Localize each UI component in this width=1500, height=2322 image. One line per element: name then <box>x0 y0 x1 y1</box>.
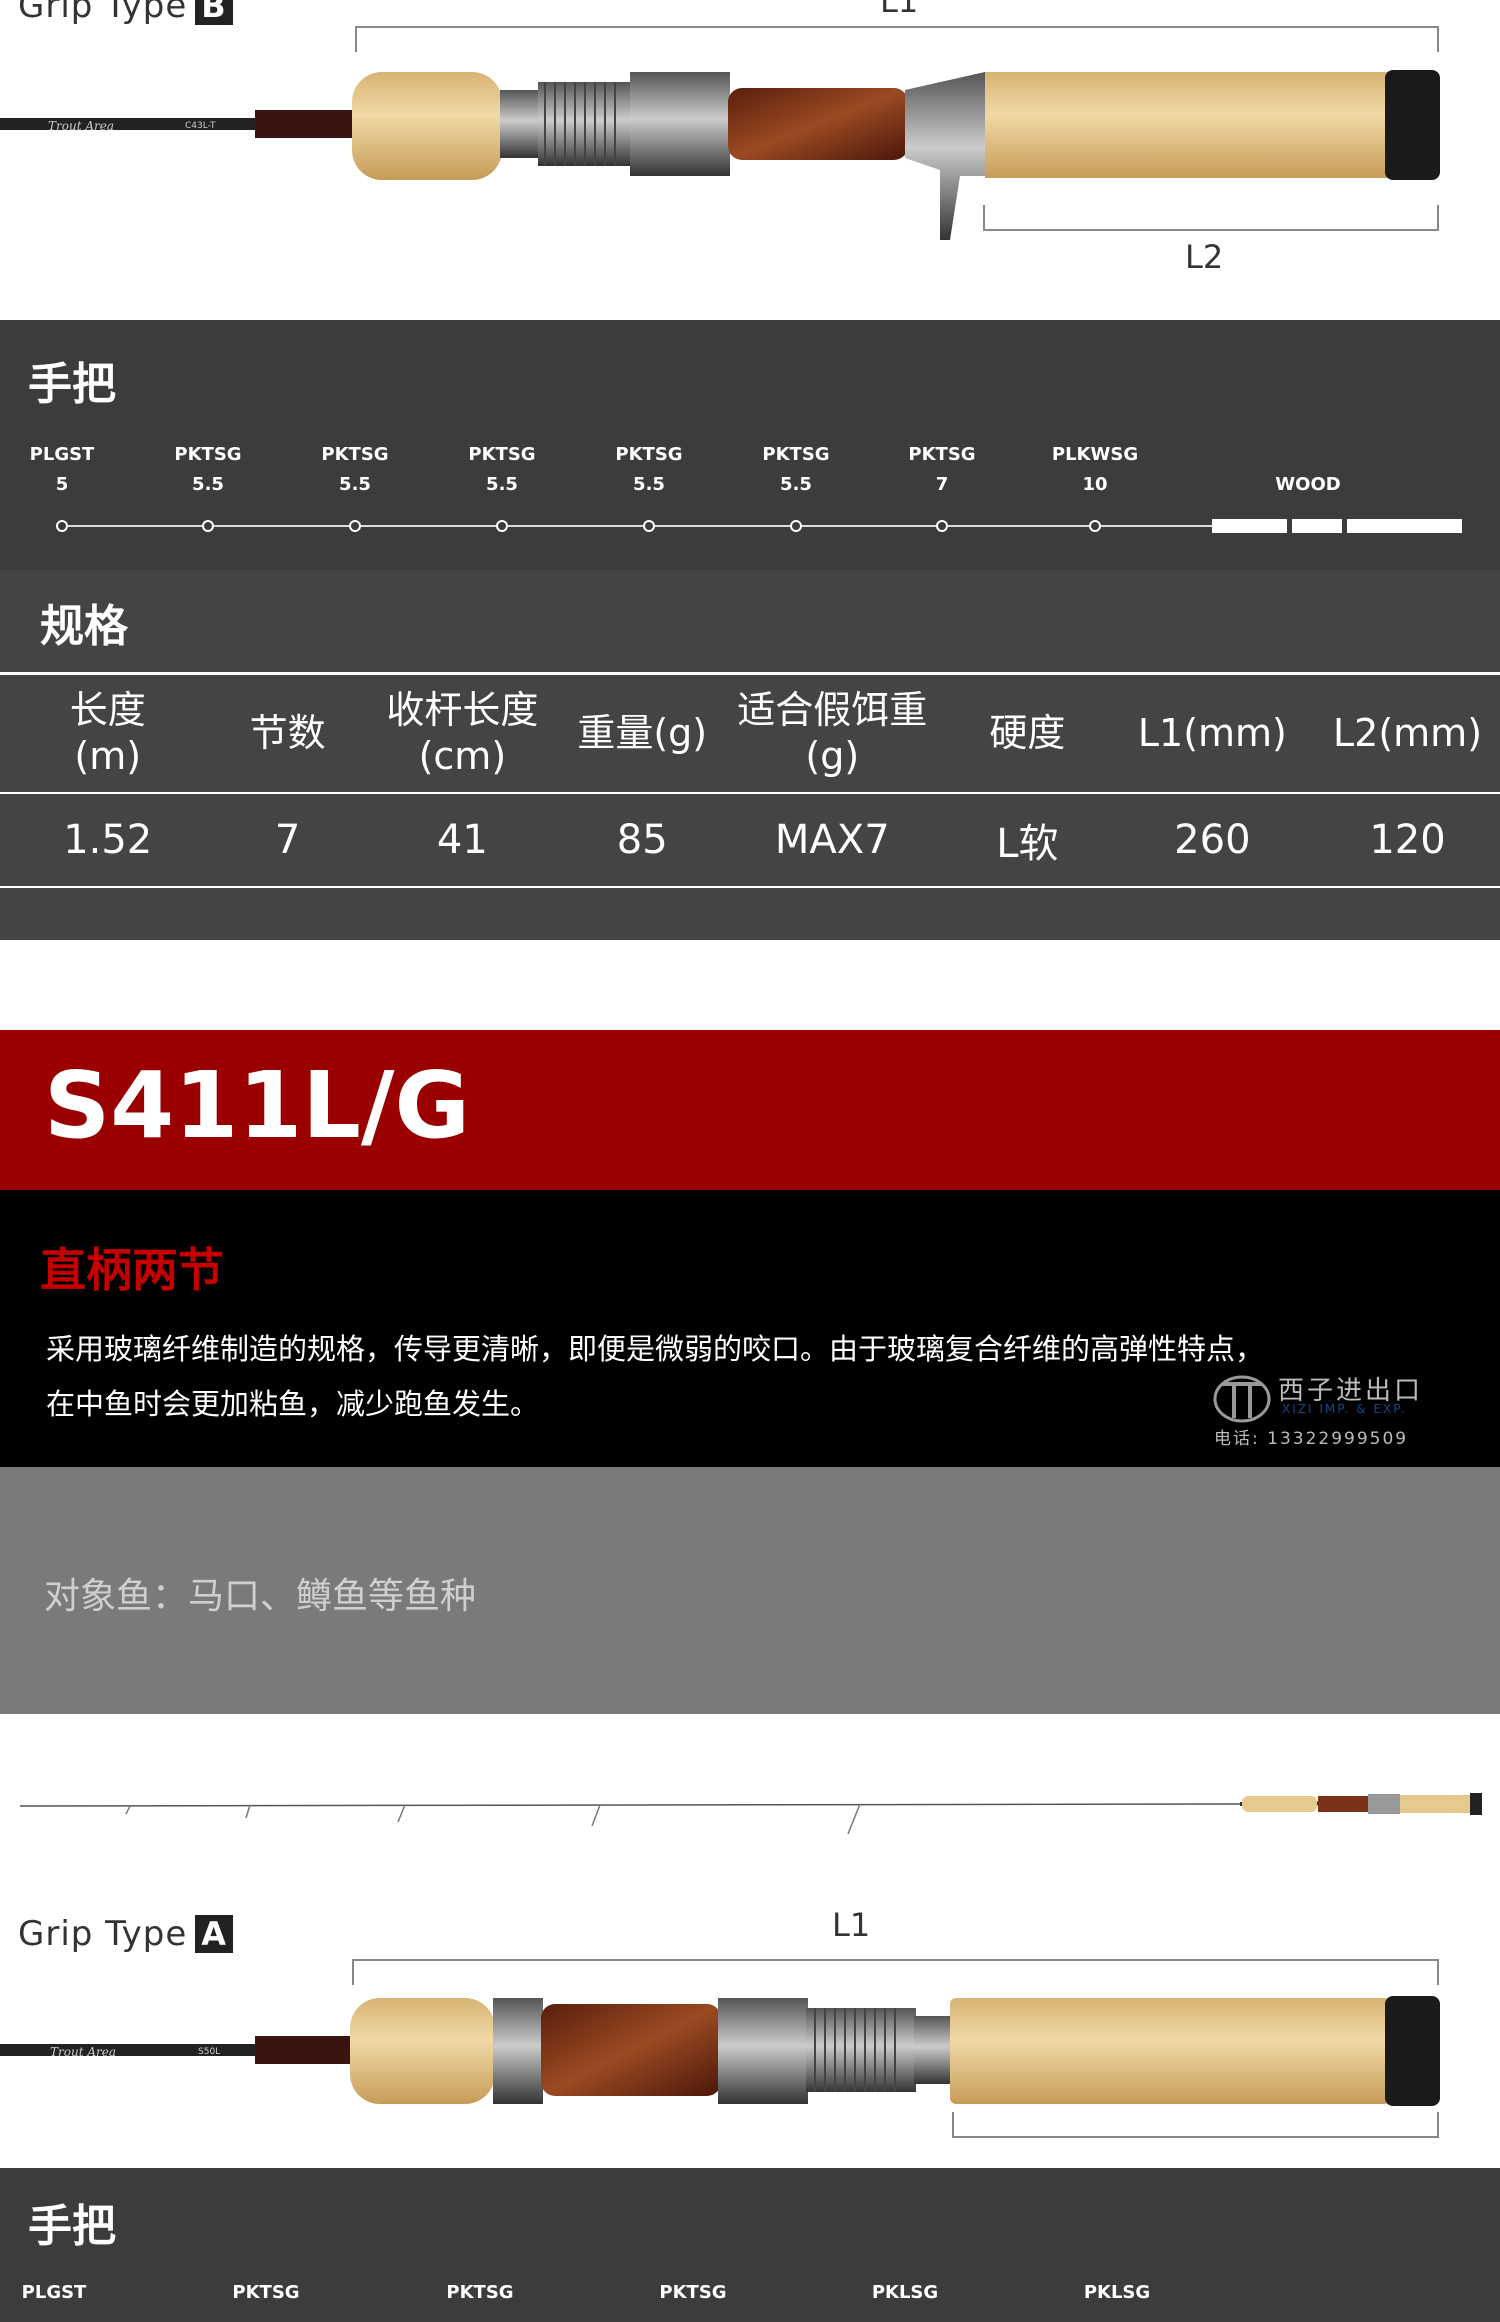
grip-type-label: Grip Type B <box>18 0 233 26</box>
cell-sections: 7 <box>215 793 360 888</box>
grip-style-subtitle: 直柄两节 <box>40 1243 224 1297</box>
cell-l1: 260 <box>1109 793 1315 888</box>
grip-section: 手把 PLGST 5 PKTSG 5.5 PKTSG 5.5 PKTSG 5.5… <box>0 320 1500 570</box>
watermark: 西子进出口 XIZI IMP. & EXP. 电话: 13322999509 <box>1212 1370 1467 1450</box>
header-l1: L1(mm) <box>1109 673 1315 794</box>
watermark-logo-icon <box>1213 1375 1271 1423</box>
guide-size: 5.5 <box>633 474 665 495</box>
guide-size: 5.5 <box>339 474 371 495</box>
l1-dimension-line-2 <box>352 1959 1439 1985</box>
grip-type-label-2: Grip Type A <box>18 1914 234 1954</box>
guide-name: PLKWSG <box>1051 444 1139 465</box>
header-power: 硬度 <box>945 673 1110 794</box>
guide-size: 10 <box>1082 474 1108 495</box>
cell-power: L软 <box>945 793 1110 888</box>
l2-dimension-line <box>983 205 1439 231</box>
guide-name: PKTSG <box>174 444 242 465</box>
guide-name: PKTSG <box>762 444 830 465</box>
guide-name: PKTSG <box>321 444 389 465</box>
svg-text:Trout Area: Trout Area <box>48 119 114 133</box>
l1-dimension-line <box>355 26 1439 52</box>
grip-section-2: 手把 PLGST PKTSG PKTSG PKTSG PKLSG PKLSG <box>0 2168 1500 2322</box>
l2-label: L2 <box>1185 238 1224 276</box>
description-section: 直柄两节 采用玻璃纤维制造的规格，传导更清晰，即便是微弱的咬口。由于玻璃复合纤维… <box>0 1190 1500 1467</box>
grip-section-title: 手把 <box>28 359 116 410</box>
watermark-phone: 电话: 13322999509 <box>1214 1429 1409 1449</box>
guide-name: PKTSG <box>446 2282 514 2303</box>
spec-table-header-row: 长度 (m) 节数 收杆长度 (cm) 重量(g) 适合假饵重 (g) 硬度 L1(m… <box>0 673 1500 794</box>
guide-name: PLGST <box>21 2282 87 2303</box>
cell-length: 1.52 <box>0 793 216 888</box>
model-name: S411L/G <box>44 1052 471 1159</box>
grip-section-title-2: 手把 <box>28 2201 116 2252</box>
spec-section: 规格 长度 (m) 节数 收杆长度 (cm) 重量(g) 适合假饵重 (g) 硬度 L… <box>0 570 1500 940</box>
l1-label: L1 <box>880 0 919 20</box>
full-rod-image <box>19 1793 1482 1835</box>
header-length: 长度 (m) <box>0 673 216 794</box>
svg-text:Trout Area: Trout Area <box>50 2045 116 2059</box>
cell-weight: 85 <box>565 793 720 888</box>
grip-type-badge: B <box>195 0 233 25</box>
rod-engraving: C43L-T <box>185 121 216 131</box>
model-banner: S411L/G <box>0 1030 1500 1190</box>
guide-size: 7 <box>935 474 949 495</box>
description-line-1: 采用玻璃纤维制造的规格，传导更清晰，即便是微弱的咬口。由于玻璃复合纤维的高弹性特… <box>46 1332 1265 1366</box>
guide-name: PKTSG <box>468 444 536 465</box>
table-row: 1.52 7 41 85 MAX7 L软 260 120 <box>0 793 1500 888</box>
casting-grip-image: Trout Area C43L-T <box>0 70 1440 240</box>
guide-name: PKTSG <box>232 2282 300 2303</box>
header-lure-weight: 适合假饵重 (g) <box>719 673 946 794</box>
header-sections: 节数 <box>215 673 360 794</box>
guide-size: 5.5 <box>780 474 812 495</box>
guide-name: PKTSG <box>659 2282 727 2303</box>
guide-size: 5 <box>55 474 69 495</box>
header-closed-length: 收杆长度 (cm) <box>359 673 566 794</box>
guide-size: 5.5 <box>486 474 518 495</box>
guide-name: PKTSG <box>908 444 976 465</box>
guide-name: PLGST <box>29 444 95 465</box>
cell-l2: 120 <box>1315 793 1500 888</box>
header-l2: L2(mm) <box>1315 673 1500 794</box>
l2-dimension-line-2 <box>952 2112 1439 2138</box>
guide-name: PKLSG <box>871 2282 939 2303</box>
guide-size: 5.5 <box>192 474 224 495</box>
wood-label: WOOD <box>1275 474 1341 495</box>
spacer <box>0 940 1500 1030</box>
bottom-rod-area: Grip Type A L1 Trout Area S50L <box>0 1714 1500 2168</box>
spec-section-title: 规格 <box>40 601 128 652</box>
guide-layout-line <box>56 519 1462 533</box>
cell-closed-length: 41 <box>359 793 566 888</box>
target-fish-section: 对象鱼：马口、鳟鱼等鱼种 <box>0 1467 1500 1714</box>
guide-name: PKTSG <box>615 444 683 465</box>
header-weight: 重量(g) <box>565 673 720 794</box>
guide-name: PKLSG <box>1083 2282 1151 2303</box>
l1-label-2: L1 <box>832 1906 871 1944</box>
rod-engraving-2: S50L <box>198 2047 220 2057</box>
description-line-2: 在中鱼时会更加粘鱼，减少跑鱼发生。 <box>46 1387 540 1421</box>
top-rod-area: Grip Type B L1 Trout Area C43L-T L2 <box>0 0 1500 320</box>
watermark-en: XIZI IMP. & EXP. <box>1282 1402 1407 1416</box>
target-fish-text: 对象鱼：马口、鳟鱼等鱼种 <box>44 1576 477 1617</box>
grip-type-badge-2: A <box>195 1915 234 1953</box>
spec-table: 长度 (m) 节数 收杆长度 (cm) 重量(g) 适合假饵重 (g) 硬度 L1(m… <box>0 672 1500 888</box>
cell-lure-weight: MAX7 <box>719 793 946 888</box>
